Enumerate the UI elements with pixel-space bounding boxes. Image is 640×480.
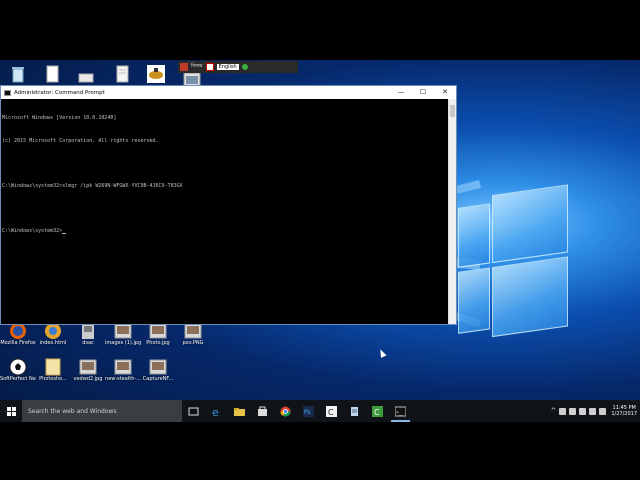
notepad-icon — [351, 406, 358, 416]
desktop-icon-label: SoftPerfect Network... — [0, 376, 36, 382]
desktop-icon[interactable]: Mozilla Firefox — [0, 322, 36, 346]
svg-text:C: C — [374, 408, 380, 417]
network-icon[interactable] — [559, 407, 567, 415]
desktop-icon-label: vedwd2.jpg — [73, 376, 103, 382]
desktop-icon[interactable]: dsac — [70, 322, 106, 346]
battery-icon[interactable] — [569, 407, 577, 415]
notifications-icon[interactable] — [599, 407, 607, 415]
app-c-icon: C — [326, 405, 337, 417]
clock-date: 1/27/2017 — [611, 411, 637, 417]
desktop-icon[interactable]: images (1).jpg — [105, 322, 141, 346]
keyboard-icon[interactable] — [589, 407, 597, 415]
desktop-icon-label: Mozilla Firefox — [0, 340, 36, 346]
console-line: C:\Windows\system32>slmgr /ipk W269N-WFG… — [2, 182, 183, 189]
command-prompt-taskbar-button[interactable]: >_ — [389, 400, 412, 422]
cmd-icon — [4, 89, 11, 96]
svg-text:C: C — [328, 408, 334, 417]
console-line: Microsoft Windows [Version 10.0.10240] — [2, 115, 117, 121]
scrollbar-thumb[interactable] — [450, 105, 455, 117]
search-placeholder: Search the web and Windows — [28, 407, 117, 415]
desktop-icon[interactable]: Photo.jpg — [140, 322, 176, 346]
desktop-icon-label: Photo.jpg — [146, 340, 170, 346]
windows-start-icon — [6, 406, 16, 416]
system-tray: ^ 11:45 PM 1/27/2017 — [550, 400, 640, 422]
image-icon — [148, 358, 168, 376]
minimize-button[interactable]: — — [390, 86, 412, 99]
image-icon — [113, 358, 133, 376]
task-view-icon — [188, 407, 199, 415]
task-view-button[interactable] — [182, 400, 205, 422]
image-icon — [78, 358, 98, 376]
close-button[interactable]: ✕ — [434, 86, 456, 99]
language-bar[interactable]: বিজয় English — [178, 61, 298, 73]
desktop-icon-label: pov.PNG — [182, 340, 204, 346]
photoshop-icon: Ps — [303, 405, 314, 417]
desktop-icon-label: dsac — [82, 340, 94, 346]
desktop-icon[interactable]: new-stealth-... — [105, 358, 141, 382]
status-dot-icon — [241, 64, 248, 70]
taskbar: Search the web and Windows e Ps C C >_ ^… — [0, 400, 640, 422]
soccer-ball-icon — [8, 358, 28, 376]
notepad-button[interactable] — [343, 400, 366, 422]
edge-button[interactable]: e — [205, 400, 228, 422]
desktop-icon[interactable]: CaptureNF... — [140, 358, 176, 382]
mouse-cursor-icon — [377, 348, 387, 358]
document-icon[interactable] — [112, 64, 132, 84]
cmd-icon: >_ — [395, 406, 406, 416]
desktop-icon[interactable]: Photosho... — [35, 358, 71, 382]
scrollbar[interactable] — [448, 99, 456, 324]
bijoy-icon — [180, 63, 188, 71]
app-c-button[interactable]: C — [320, 400, 343, 422]
recycle-bin-icon[interactable] — [8, 64, 28, 84]
text-cursor — [62, 233, 67, 234]
document-icon[interactable] — [42, 64, 62, 84]
folder-icon — [43, 358, 63, 376]
chevron-up-icon[interactable]: ^ — [550, 407, 556, 415]
store-button[interactable] — [251, 400, 274, 422]
folder-icon — [234, 407, 245, 416]
desktop-icon-label: new-stealth-... — [105, 376, 141, 382]
edge-icon: e — [212, 406, 219, 417]
desktop-icon[interactable]: SoftPerfect Network... — [0, 358, 36, 382]
console-prompt: C:\Windows\system32> — [2, 227, 63, 234]
windows-logo-wallpaper — [458, 178, 570, 344]
console-prompt-line[interactable]: C:\Windows\system32> — [2, 228, 447, 236]
taskbar-clock[interactable]: 11:45 PM 1/27/2017 — [611, 405, 637, 417]
desktop-icon[interactable]: vedwd2.jpg — [70, 358, 106, 382]
volume-icon[interactable] — [579, 407, 587, 415]
language-icon — [205, 63, 214, 71]
chrome-button[interactable] — [274, 400, 297, 422]
svg-text:e: e — [212, 406, 219, 417]
console-line: (c) 2015 Microsoft Corporation. All righ… — [2, 137, 159, 144]
store-icon — [258, 406, 267, 416]
document-icon[interactable] — [76, 64, 96, 84]
language-select[interactable]: English — [216, 64, 239, 70]
camtasia-icon: C — [372, 405, 383, 417]
start-button[interactable] — [0, 400, 22, 422]
svg-text:>_: >_ — [396, 410, 403, 416]
maximize-button[interactable]: ☐ — [412, 86, 434, 99]
bijoy-label: বিজয় — [191, 63, 203, 69]
desktop-icon-label: images (1).jpg — [105, 340, 141, 346]
desktop-icon-label: index.html — [39, 340, 67, 346]
command-prompt-window[interactable]: Administrator: Command Prompt — ☐ ✕ Micr… — [0, 85, 457, 325]
window-title: Administrator: Command Prompt — [14, 89, 105, 96]
svg-text:Ps: Ps — [304, 409, 311, 416]
photoshop-button[interactable]: Ps — [297, 400, 320, 422]
taskbar-search-box[interactable]: Search the web and Windows — [22, 400, 182, 422]
chrome-icon — [280, 406, 291, 416]
console-output[interactable]: Microsoft Windows [Version 10.0.10240] (… — [1, 99, 448, 324]
desktop-icon-label: Photosho... — [39, 376, 67, 382]
window-titlebar[interactable]: Administrator: Command Prompt — ☐ ✕ — [1, 86, 456, 99]
camtasia-button[interactable]: C — [366, 400, 389, 422]
lamp-icon[interactable] — [146, 64, 166, 84]
desktop-icon[interactable]: index.html — [35, 322, 71, 346]
desktop-icon-label: CaptureNF... — [142, 376, 174, 382]
file-explorer-button[interactable] — [228, 400, 251, 422]
desktop-icon[interactable]: pov.PNG — [175, 322, 211, 346]
